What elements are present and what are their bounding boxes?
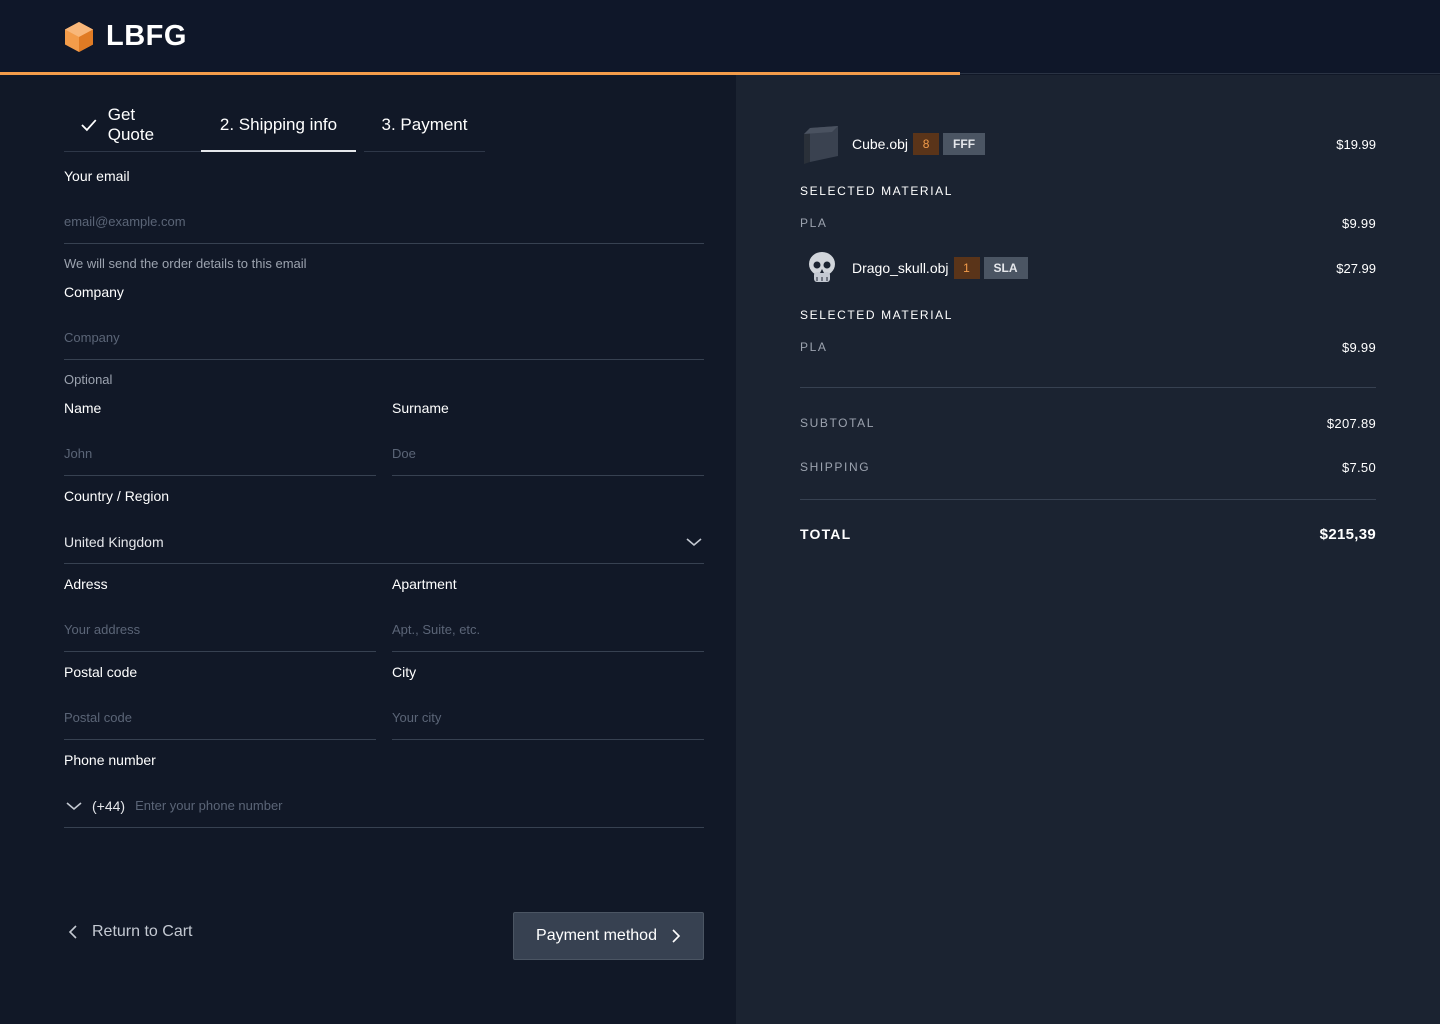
step-label: 2. Shipping info xyxy=(219,114,338,134)
postal-code-field-group: Postal code xyxy=(64,664,376,740)
surname-input[interactable] xyxy=(392,432,704,476)
item-price: $27.99 xyxy=(1336,260,1376,276)
subtotal-value: $207.89 xyxy=(1326,416,1376,431)
payment-method-label: Payment method xyxy=(536,927,657,944)
material-price: $9.99 xyxy=(1341,216,1376,231)
postal-code-input[interactable] xyxy=(64,696,376,740)
summary-divider xyxy=(800,499,1376,500)
country-label: Country / Region xyxy=(64,488,170,504)
material-name: PLA xyxy=(800,340,828,354)
shipping-label: SHIPPING xyxy=(800,460,871,474)
step-payment[interactable]: 3. Payment xyxy=(364,99,485,152)
chevron-right-icon xyxy=(672,929,681,943)
skull-thumbnail-icon xyxy=(800,246,844,290)
postal-code-label: Postal code xyxy=(64,664,138,680)
company-label: Company xyxy=(64,284,124,300)
technology-badge: FFF xyxy=(943,133,986,155)
phone-field: (+44) xyxy=(64,784,704,828)
material-name: PLA xyxy=(800,216,828,230)
step-shipping-info[interactable]: 2. Shipping info xyxy=(201,99,356,152)
item-price: $19.99 xyxy=(1336,136,1376,152)
apartment-input[interactable] xyxy=(392,608,704,652)
country-value: United Kingdom xyxy=(64,533,164,550)
total-label: TOTAL xyxy=(800,526,852,542)
order-item: Drago_skull.obj 1 SLA $27.99 xyxy=(800,246,1376,290)
material-row: PLA $9.99 xyxy=(800,216,1376,231)
step-label: Get Quote xyxy=(107,105,155,144)
country-select[interactable]: United Kingdom xyxy=(64,520,704,564)
city-input[interactable] xyxy=(392,696,704,740)
phone-country-code: (+44) xyxy=(92,797,126,814)
total-value: $215,39 xyxy=(1319,526,1376,543)
brand-name: LBFG xyxy=(106,20,187,52)
phone-label: Phone number xyxy=(64,752,156,768)
email-help-text: We will send the order details to this e… xyxy=(64,256,307,271)
checkout-steps: Get Quote 2. Shipping info 3. Payment xyxy=(64,99,485,152)
payment-method-button[interactable]: Payment method xyxy=(513,912,704,960)
step-get-quote[interactable]: Get Quote xyxy=(64,99,201,152)
email-label: Your email xyxy=(64,168,130,184)
address-input[interactable] xyxy=(64,608,376,652)
phone-input[interactable] xyxy=(135,798,704,813)
name-label: Name xyxy=(64,400,102,416)
shipping-form-panel: Get Quote 2. Shipping info 3. Payment Yo… xyxy=(0,75,736,1024)
apartment-field-group: Apartment xyxy=(392,576,704,652)
quantity-badge: 8 xyxy=(913,133,940,155)
selected-material-heading: SELECTED MATERIAL xyxy=(800,184,954,198)
address-label: Adress xyxy=(64,576,108,592)
top-header: LBFG xyxy=(0,0,1440,74)
material-price: $9.99 xyxy=(1341,340,1376,355)
technology-badge: SLA xyxy=(983,257,1028,279)
order-item: Cube.obj 8 FFF $19.99 xyxy=(800,122,1376,166)
item-name: Drago_skull.obj xyxy=(852,260,949,276)
country-field-group: Country / Region United Kingdom xyxy=(64,488,704,564)
hexagon-logo-icon xyxy=(65,21,93,52)
address-field-group: Adress xyxy=(64,576,376,652)
surname-label: Surname xyxy=(392,400,449,416)
chevron-down-icon xyxy=(686,537,702,546)
subtotal-label: SUBTOTAL xyxy=(800,416,876,430)
company-input[interactable] xyxy=(64,316,704,360)
selected-material-heading: SELECTED MATERIAL xyxy=(800,308,954,322)
email-field-group: Your email We will send the order detail… xyxy=(64,168,704,271)
company-help-text: Optional xyxy=(64,372,113,387)
total-row: TOTAL $215,39 xyxy=(800,526,1376,543)
country-code-dropdown[interactable]: (+44) xyxy=(64,798,125,814)
material-row: PLA $9.99 xyxy=(800,340,1376,355)
cube-thumbnail-icon xyxy=(800,122,844,166)
item-name: Cube.obj xyxy=(852,136,909,152)
brand-logo[interactable]: LBFG xyxy=(64,20,187,53)
shipping-row: SHIPPING $7.50 xyxy=(800,460,1376,475)
city-field-group: City xyxy=(392,664,704,740)
surname-field-group: Surname xyxy=(392,400,704,476)
order-summary-panel: Cube.obj 8 FFF $19.99 SELECTED MATERIAL … xyxy=(736,75,1440,1024)
checkmark-icon xyxy=(81,119,97,132)
chevron-down-icon xyxy=(66,801,82,810)
city-label: City xyxy=(392,664,417,680)
return-to-cart-label: Return to Cart xyxy=(92,923,193,940)
step-label: 3. Payment xyxy=(381,115,468,134)
summary-divider xyxy=(800,387,1376,388)
apartment-label: Apartment xyxy=(392,576,457,592)
subtotal-row: SUBTOTAL $207.89 xyxy=(800,416,1376,431)
phone-field-group: Phone number (+44) xyxy=(64,752,704,828)
name-input[interactable] xyxy=(64,432,376,476)
email-input[interactable] xyxy=(64,200,704,244)
shipping-value: $7.50 xyxy=(1341,460,1376,475)
return-to-cart-link[interactable]: Return to Cart xyxy=(64,923,192,941)
chevron-left-icon xyxy=(68,925,77,939)
company-field-group: Company Optional xyxy=(64,284,704,387)
quantity-badge: 1 xyxy=(953,257,980,279)
name-field-group: Name xyxy=(64,400,376,476)
